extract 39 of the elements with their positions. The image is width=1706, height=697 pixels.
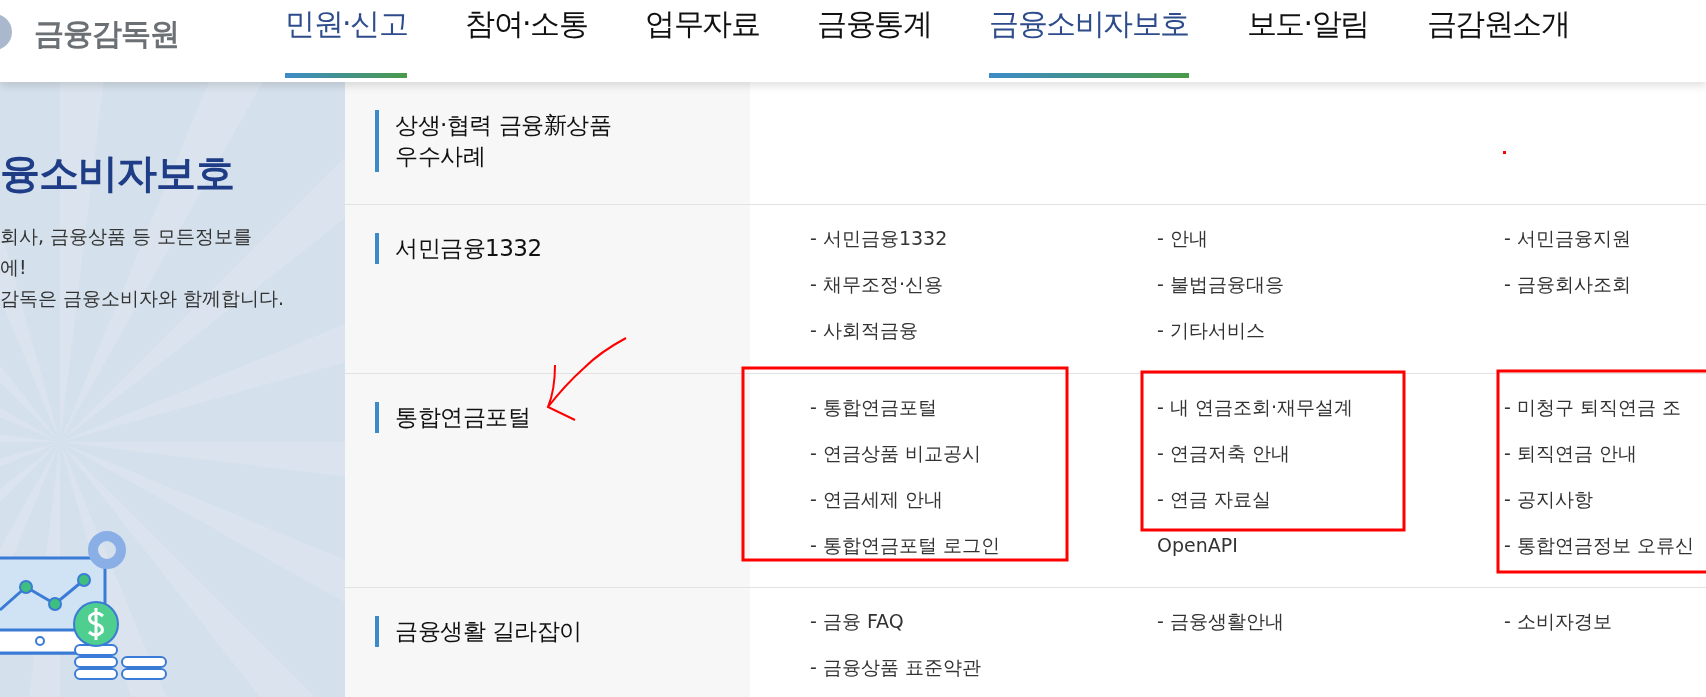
menu-link[interactable]: - 금융 FAQ [810, 608, 1157, 634]
menu-link[interactable]: - 연금 자료실 [1157, 486, 1504, 512]
category-heading[interactable]: 서민금융1332 [375, 233, 633, 264]
nav-tab[interactable]: 참여·소통 [465, 0, 588, 78]
menu-link[interactable]: - 안내 [1157, 225, 1504, 251]
nav-tab[interactable]: 보도·알림 [1246, 0, 1369, 78]
menu-link[interactable]: - 채무조정·신용 [810, 271, 1157, 297]
menu-link[interactable]: - 기타서비스 [1157, 317, 1504, 343]
menu-link[interactable]: - 금융회사조회 [1504, 271, 1706, 297]
menu-link[interactable]: - 연금저축 안내 [1157, 440, 1504, 466]
menu-link[interactable]: - 퇴직연금 안내 [1504, 440, 1706, 466]
menu-link[interactable]: - 서민금융1332 [810, 225, 1157, 251]
nav-tab[interactable]: 금감원소개 [1426, 0, 1570, 78]
menu-link[interactable]: - 연금상품 비교공시 [810, 440, 1157, 466]
logo[interactable]: 금융감독원 [34, 13, 179, 55]
menu-link[interactable]: - 금융상품 표준약관 [810, 654, 1157, 680]
menu-link[interactable]: - 불법금융대응 [1157, 271, 1504, 297]
nav-tab[interactable]: 민원·신고 [285, 0, 408, 78]
menu-link[interactable]: - 통합연금포털 [810, 394, 1157, 420]
menu-link[interactable]: - 통합연금포털 로그인 [810, 532, 1157, 558]
menu-link[interactable]: - 서민금융지원 [1504, 225, 1706, 251]
menu-link[interactable]: - 내 연금조회·재무설계 [1157, 394, 1504, 420]
category-heading[interactable]: 통합연금포털 [375, 402, 633, 433]
nav-tab[interactable]: 금융통계 [817, 0, 932, 78]
nav-tab[interactable]: 업무자료 [645, 0, 760, 78]
section-title: 융소비자보호 [0, 149, 235, 198]
menu-link[interactable]: - 금융생활안내 [1157, 608, 1504, 634]
menu-link[interactable]: - 미청구 퇴직연금 조 [1504, 394, 1706, 420]
description-line: 감독은 금융소비자와 함께합니다. [0, 286, 286, 311]
menu-link[interactable]: - 소비자경보 [1504, 608, 1706, 634]
description-line: 회사, 금융상품 등 모든정보를 [0, 224, 254, 249]
nav-tab[interactable]: 금융소비자보호 [989, 0, 1189, 78]
menu-link[interactable]: - 통합연금정보 오류신 [1504, 532, 1706, 558]
menu-link[interactable]: OpenAPI [1157, 532, 1504, 558]
menu-link[interactable]: - 연금세제 안내 [810, 486, 1157, 512]
category-heading[interactable]: 금융생활 길라잡이 [375, 616, 633, 647]
menu-link[interactable]: - 공지사항 [1504, 486, 1706, 512]
menu-link[interactable]: - 사회적금융 [810, 317, 1157, 343]
description-line: 에! [0, 255, 28, 280]
